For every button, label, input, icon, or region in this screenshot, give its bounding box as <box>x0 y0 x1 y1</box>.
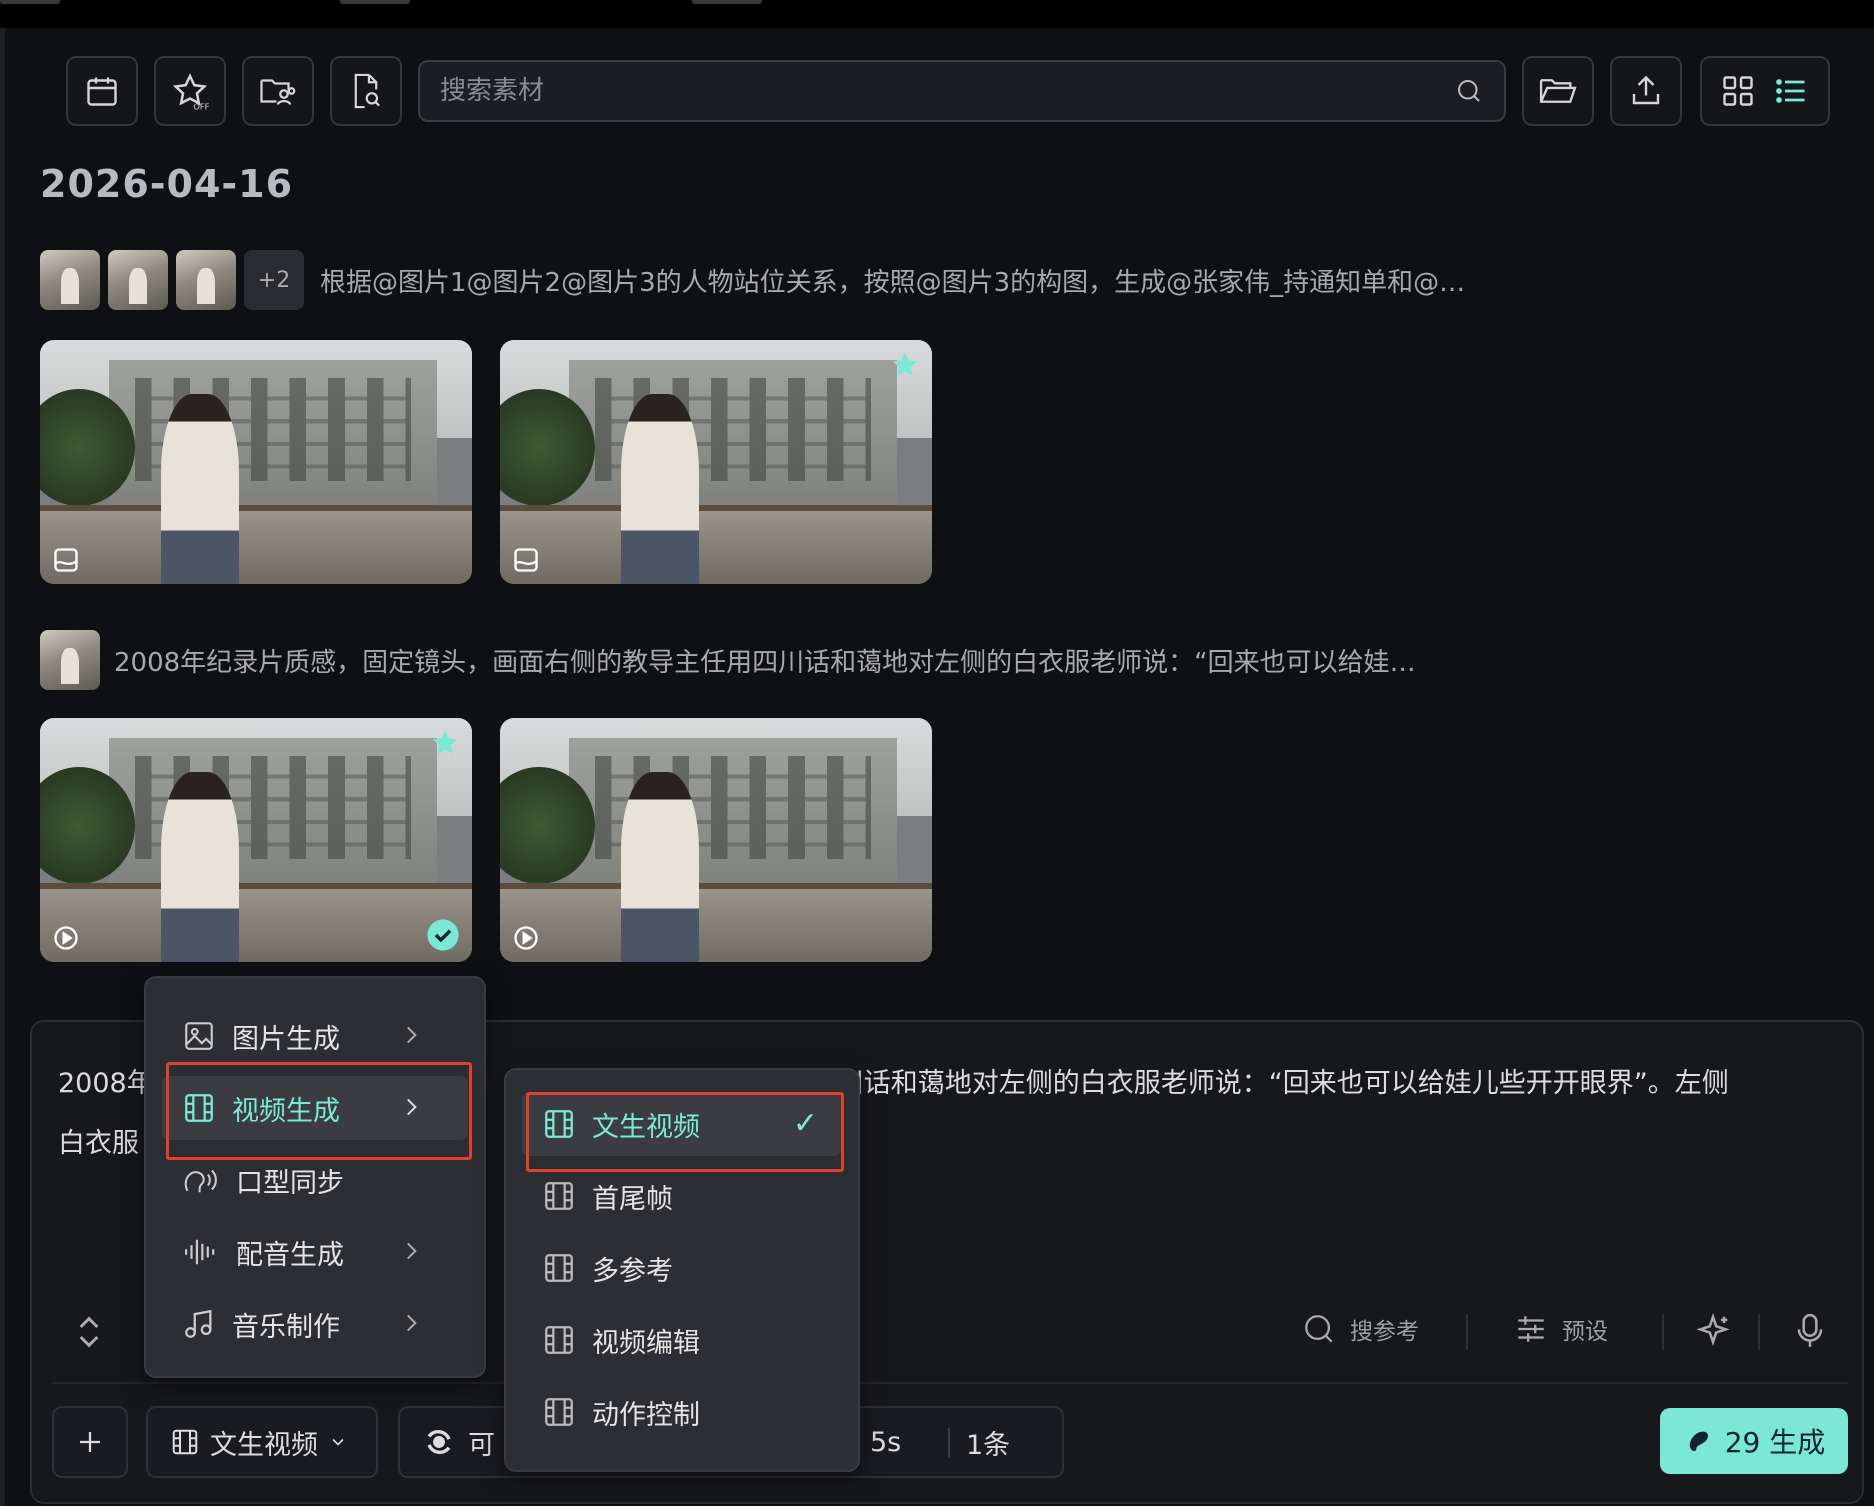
sparkle-icon[interactable] <box>1694 1312 1732 1350</box>
menu-item-voiceover-generation[interactable]: 配音生成 <box>162 1220 468 1284</box>
chevron-right-icon <box>407 1314 417 1332</box>
calendar-button[interactable] <box>66 56 138 126</box>
favorite-star-icon[interactable] <box>890 350 920 380</box>
reference-thumbnail[interactable] <box>40 250 100 310</box>
film-icon <box>545 1182 573 1210</box>
film-icon <box>545 1254 573 1282</box>
tab-stub[interactable] <box>340 0 410 4</box>
generate-button[interactable]: 29 生成 <box>1660 1408 1848 1474</box>
video-generation-submenu: 文生视频 ✓ 首尾帧 多参考 视频编辑 动作控制 <box>504 1068 860 1472</box>
reference-thumbnail[interactable] <box>108 250 168 310</box>
search-bar[interactable] <box>418 60 1506 122</box>
shared-folder-button[interactable] <box>242 56 314 126</box>
file-search-button[interactable] <box>330 56 402 126</box>
folder-open-icon <box>1539 79 1577 103</box>
credit-bean-icon <box>1689 1431 1708 1451</box>
composer-divider <box>52 1382 1848 1384</box>
reference-thumbnail[interactable] <box>40 630 100 690</box>
date-header: 2026-04-16 <box>40 162 294 206</box>
result-image[interactable] <box>40 340 472 584</box>
menu-item-music-production[interactable]: 音乐制作 <box>162 1292 468 1356</box>
submenu-item-multi-reference[interactable]: 多参考 <box>522 1236 842 1300</box>
chevron-right-icon <box>407 1098 417 1116</box>
window-top-strip <box>0 0 1874 28</box>
prompt-text[interactable]: 根据@图片1@图片2@图片3的人物站位关系，按照@图片3的构图，生成@张家伟_持… <box>320 262 1465 299</box>
svg-text:OFF: OFF <box>193 101 209 111</box>
submenu-item-motion-control[interactable]: 动作控制 <box>522 1380 842 1444</box>
add-button[interactable] <box>52 1406 128 1478</box>
search-icon <box>1305 1315 1333 1343</box>
play-icon[interactable] <box>52 924 80 952</box>
open-folder-button[interactable] <box>1522 56 1594 126</box>
calendar-icon <box>87 77 117 106</box>
sliders-icon <box>1518 1316 1544 1342</box>
star-off-icon: OFF <box>172 73 210 111</box>
preset-button[interactable]: 预设 <box>1514 1312 1608 1346</box>
submenu-item-video-edit[interactable]: 视频编辑 <box>522 1308 842 1372</box>
chevron-right-icon <box>407 1242 417 1260</box>
generation-type-menu: 图片生成 视频生成 口型同步 配音生成 音乐制作 <box>144 976 486 1378</box>
result-video[interactable] <box>40 718 472 962</box>
film-icon <box>545 1110 573 1138</box>
mode-select[interactable]: 文生视频 <box>146 1406 378 1478</box>
tab-stub[interactable] <box>692 0 762 4</box>
search-reference-button[interactable]: 搜参考 <box>1302 1312 1419 1346</box>
favorites-off-button[interactable]: OFF <box>154 56 226 126</box>
search-input[interactable] <box>440 76 1454 106</box>
prompt-text[interactable]: 2008年纪录片质感，固定镜头，画面右侧的教导主任用四川话和蔼地对左侧的白衣服老… <box>114 642 1416 679</box>
check-icon: ✓ <box>792 1106 818 1141</box>
play-icon[interactable] <box>512 924 540 952</box>
waveform-icon <box>184 1239 215 1265</box>
file-search-icon <box>354 73 380 109</box>
tab-stub[interactable] <box>0 0 60 4</box>
plus-icon <box>80 1432 100 1452</box>
submenu-item-text-to-video[interactable]: 文生视频 ✓ <box>522 1092 842 1156</box>
grid-view-icon[interactable] <box>1720 73 1756 109</box>
list-view-icon[interactable] <box>1772 73 1810 109</box>
film-icon <box>545 1398 573 1426</box>
menu-item-lip-sync[interactable]: 口型同步 <box>162 1148 468 1212</box>
upload-button[interactable] <box>1610 56 1682 126</box>
reference-thumbnail[interactable] <box>176 250 236 310</box>
toolbar-separator <box>1662 1314 1664 1350</box>
expand-collapse-icon[interactable] <box>72 1312 106 1352</box>
model-logo-icon <box>427 1429 451 1455</box>
microphone-icon[interactable] <box>1794 1312 1826 1350</box>
toolbar: OFF <box>0 56 1874 126</box>
more-references-badge[interactable]: +2 <box>244 250 304 310</box>
prompt-row: 2008年纪录片质感，固定镜头，画面右侧的教导主任用四川话和蔼地对左侧的白衣服老… <box>40 630 1416 690</box>
image-badge-icon <box>514 548 538 572</box>
film-icon <box>545 1326 573 1354</box>
upload-icon <box>1632 75 1660 105</box>
film-icon <box>172 1429 198 1455</box>
chevron-right-icon <box>407 1026 417 1044</box>
toolbar-separator <box>1758 1314 1760 1350</box>
submenu-item-first-last-frame[interactable]: 首尾帧 <box>522 1164 842 1228</box>
music-note-icon <box>185 1309 212 1338</box>
view-toggle <box>1700 56 1830 126</box>
menu-item-video-generation[interactable]: 视频生成 <box>162 1076 468 1140</box>
image-badge-icon <box>54 548 78 572</box>
film-icon <box>185 1094 213 1122</box>
image-icon <box>185 1022 213 1050</box>
search-icon[interactable] <box>1454 76 1484 106</box>
shared-folder-icon <box>260 79 296 105</box>
result-video[interactable] <box>500 718 932 962</box>
selected-check-icon[interactable] <box>426 918 460 952</box>
left-edge <box>0 28 5 1506</box>
chevron-down-icon <box>332 1438 344 1446</box>
prompt-row: +2 根据@图片1@图片2@图片3的人物站位关系，按照@图片3的构图，生成@张家… <box>40 250 1465 310</box>
toolbar-separator <box>1466 1314 1468 1350</box>
result-image[interactable] <box>500 340 932 584</box>
menu-item-image-generation[interactable]: 图片生成 <box>162 1004 468 1068</box>
lip-sync-icon <box>184 1169 217 1193</box>
favorite-star-icon[interactable] <box>430 728 460 758</box>
